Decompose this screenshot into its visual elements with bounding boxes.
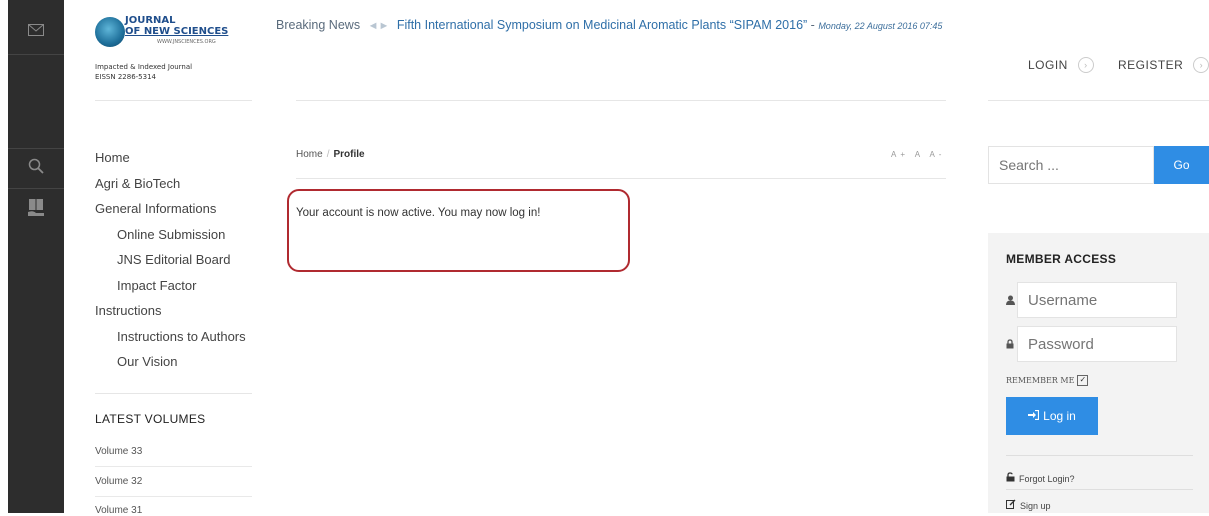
nav-item-instructions[interactable]: Instructions	[95, 301, 246, 327]
chevron-right-icon: ›	[1193, 57, 1209, 73]
divider	[1006, 455, 1193, 456]
main-nav: Home Agri & BioTech General Informations…	[95, 148, 246, 378]
logo-line-1: JOURNAL	[125, 15, 176, 26]
unlock-icon	[1006, 472, 1015, 485]
divider	[95, 466, 252, 467]
tagline-eissn: EISSN 2286-5314	[95, 73, 156, 81]
user-icon	[1006, 295, 1015, 308]
nav-item-online-submission[interactable]: Online Submission	[95, 225, 246, 251]
breadcrumb-sep: /	[326, 149, 330, 160]
password-input[interactable]	[1017, 326, 1177, 362]
register-link[interactable]: REGISTER ›	[1118, 57, 1209, 73]
nav-item-editorial-board[interactable]: JNS Editorial Board	[95, 250, 246, 276]
search-input[interactable]	[988, 146, 1154, 184]
rail-divider	[8, 188, 64, 189]
activation-message: Your account is now active. You may now …	[296, 207, 541, 219]
nav-item-impact-factor[interactable]: Impact Factor	[95, 276, 246, 302]
breaking-news-arrows-icon[interactable]: ◄►	[368, 20, 390, 32]
divider	[988, 100, 1209, 101]
breadcrumb: Home / Profile	[296, 149, 365, 160]
tagline-indexed: Impacted & Indexed Journal	[95, 63, 193, 71]
site-logo[interactable]: JOURNAL OF NEW SCIENCES WWW.JNSCIENCES.O…	[95, 15, 255, 55]
forgot-login-label: Forgot Login?	[1019, 473, 1075, 484]
signup-label: Sign up	[1020, 500, 1051, 511]
nav-item-home[interactable]: Home	[95, 148, 246, 174]
nav-item-instructions-authors[interactable]: Instructions to Authors	[95, 327, 246, 353]
book-hand-icon[interactable]	[8, 198, 64, 218]
sign-in-icon	[1028, 409, 1040, 423]
remember-me-checkbox[interactable]: ✓	[1077, 375, 1089, 386]
divider	[296, 178, 946, 179]
search-go-button[interactable]: Go	[1154, 146, 1209, 184]
volume-link[interactable]: Volume 33	[95, 446, 142, 457]
nav-item-our-vision[interactable]: Our Vision	[95, 352, 246, 378]
login-link[interactable]: LOGIN ›	[1028, 57, 1094, 73]
breaking-news-label: Breaking News	[276, 18, 361, 32]
member-access-panel	[988, 233, 1209, 513]
breaking-news-date: Monday, 22 August 2016 07:45	[818, 21, 943, 31]
chevron-right-icon: ›	[1077, 57, 1094, 73]
left-rail-bg	[8, 0, 64, 513]
lock-icon	[1006, 339, 1014, 352]
breaking-news-headline[interactable]: Fifth International Symposium on Medicin…	[397, 18, 807, 32]
logo-line-2: OF NEW SCIENCES	[125, 26, 229, 37]
search-icon[interactable]	[8, 158, 64, 174]
breaking-news-separator: -	[807, 18, 819, 32]
register-label: REGISTER	[1118, 58, 1184, 72]
breaking-news-bar: Breaking News ◄► Fifth International Sym…	[276, 18, 942, 32]
forgot-login-link[interactable]: Forgot Login?	[1006, 472, 1075, 485]
volume-link[interactable]: Volume 32	[95, 476, 142, 487]
signup-link[interactable]: Sign up	[1006, 499, 1051, 512]
nav-item-agri[interactable]: Agri & BioTech	[95, 174, 246, 200]
rail-divider	[8, 54, 64, 55]
journal-tagline: Impacted & Indexed Journal EISSN 2286-53…	[95, 62, 192, 82]
left-rail	[0, 0, 64, 513]
divider	[95, 496, 252, 497]
message-highlight-box	[287, 189, 630, 272]
username-input[interactable]	[1017, 282, 1177, 318]
nav-item-general[interactable]: General Informations	[95, 199, 246, 225]
member-access-title: MEMBER ACCESS	[1006, 252, 1117, 266]
edit-icon	[1006, 499, 1016, 512]
login-label: LOGIN	[1028, 58, 1068, 72]
remember-me: REMEMBER ME ✓	[1006, 375, 1089, 386]
font-size-controls[interactable]: A+ A A-	[891, 150, 945, 159]
divider	[1006, 489, 1193, 490]
remember-me-label: REMEMBER ME	[1006, 376, 1075, 385]
divider	[95, 393, 252, 394]
rail-divider	[8, 148, 64, 149]
volume-link[interactable]: Volume 31	[95, 505, 142, 516]
breadcrumb-current: Profile	[333, 149, 365, 160]
breadcrumb-home[interactable]: Home	[296, 149, 323, 160]
mail-icon[interactable]	[8, 24, 64, 36]
divider	[296, 100, 946, 101]
divider	[95, 100, 252, 101]
latest-volumes-title: LATEST VOLUMES	[95, 412, 206, 426]
login-button-label: Log in	[1043, 409, 1076, 423]
login-button[interactable]: Log in	[1006, 397, 1098, 435]
logo-url: WWW.JNSCIENCES.ORG	[157, 39, 216, 45]
globe-logo-icon	[95, 17, 125, 47]
